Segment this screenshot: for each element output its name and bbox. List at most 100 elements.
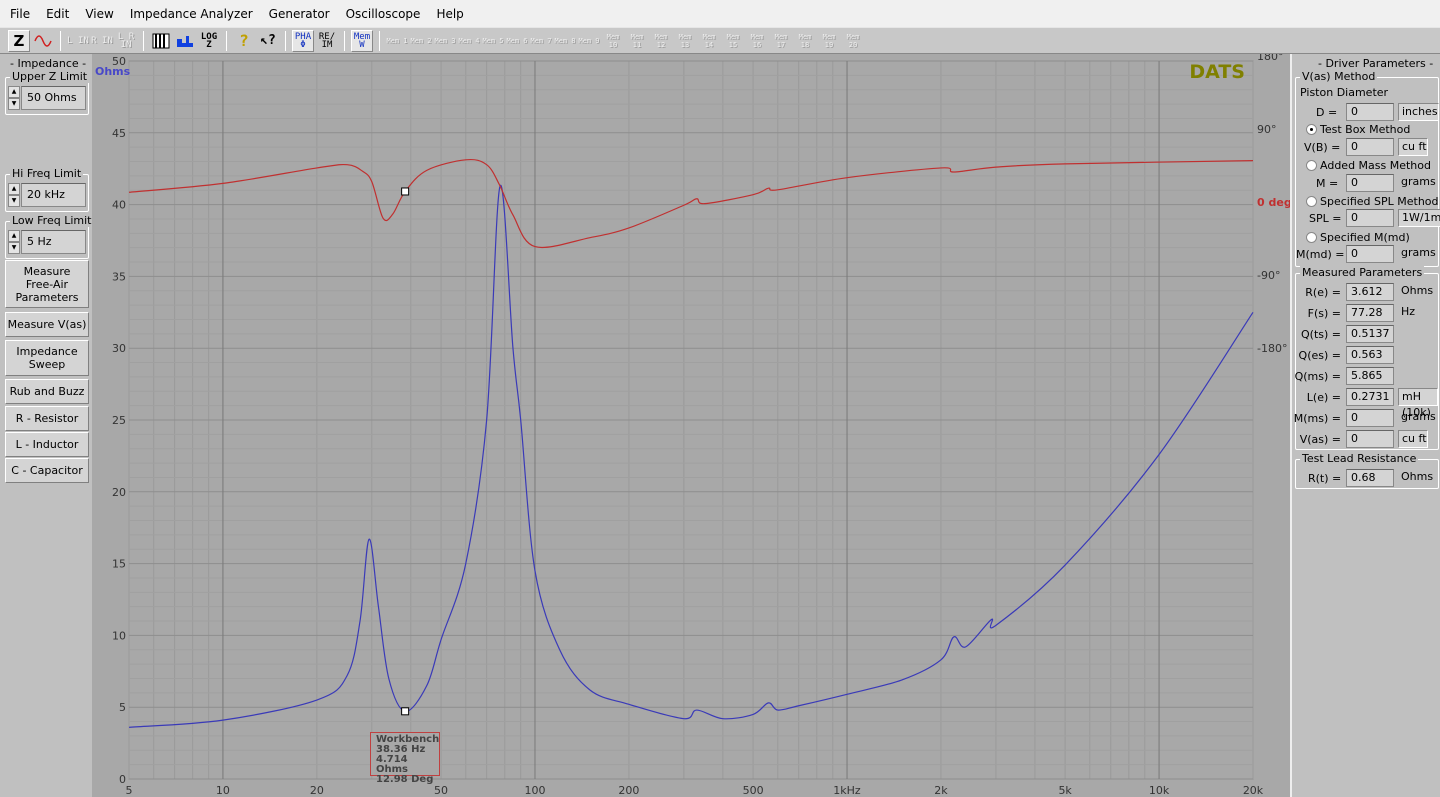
test-box-radio[interactable] — [1306, 124, 1317, 135]
menu-generator[interactable]: Generator — [261, 7, 338, 21]
test-box-label: Test Box Method — [1320, 123, 1411, 136]
sine-wave-icon[interactable] — [32, 30, 54, 52]
memory-17-button[interactable]: Mem 17 — [770, 30, 792, 52]
memory-16-button[interactable]: Mem 16 — [746, 30, 768, 52]
m-input[interactable]: 0 — [1346, 174, 1394, 192]
memory-3-button[interactable]: Mem 3 — [434, 30, 456, 52]
dats-logo: DATS — [1189, 61, 1245, 83]
memory-20-button[interactable]: Mem 20 — [842, 30, 864, 52]
spin-up-icon[interactable]: ▲ — [8, 86, 20, 98]
menu-view[interactable]: View — [77, 7, 121, 21]
measure-vas-button[interactable]: Measure V(as) — [5, 312, 89, 337]
impedance-mode-button[interactable]: Z — [8, 29, 30, 52]
param-unit — [1398, 325, 1401, 343]
memory-19-button[interactable]: Mem 19 — [818, 30, 840, 52]
menu-file[interactable]: File — [2, 7, 38, 21]
spin-down-icon[interactable]: ▼ — [8, 98, 20, 110]
y-tick-label: 30 — [112, 342, 126, 355]
memory-13-button[interactable]: Mem 13 — [674, 30, 696, 52]
hi-freq-spinner[interactable]: ▲ ▼ — [8, 183, 20, 207]
param-unit — [1398, 367, 1401, 385]
mmd-label: M(md) = — [1296, 248, 1345, 261]
panel-title: - Driver Parameters - — [1318, 57, 1434, 70]
toolbar-separator — [143, 30, 144, 51]
x-tick-label: 500 — [743, 784, 764, 797]
impedance-sweep-button[interactable]: Impedance Sweep — [5, 340, 89, 376]
param-value: 0.2731 — [1346, 388, 1394, 406]
impedance-chart[interactable]: 5 10 20 50 100 200 500 1kHz 2k 5k 10k 20k 0 5 10 15 20 25… — [92, 54, 1290, 797]
d-label: D = — [1316, 106, 1338, 119]
phase-button[interactable]: PHA Φ — [292, 29, 314, 52]
memory-18-button[interactable]: Mem 18 — [794, 30, 816, 52]
param-label: L(e) = — [1306, 391, 1341, 404]
spl-unit: 1W/1m — [1398, 209, 1440, 227]
upper-z-spinner[interactable]: ▲ ▼ — [8, 86, 20, 110]
test-lead-group: Test Lead Resistance R(t) = 0.68 Ohms — [1295, 452, 1439, 489]
spl-method-radio[interactable] — [1306, 196, 1317, 207]
menu-oscilloscope[interactable]: Oscilloscope — [338, 7, 429, 21]
x-tick-label: 10 — [216, 784, 230, 797]
low-freq-value[interactable]: 5 Hz — [21, 230, 86, 254]
memory-10-button[interactable]: Mem 10 — [602, 30, 624, 52]
param-label: R(e) = — [1305, 286, 1341, 299]
rub-and-buzz-button[interactable]: Rub and Buzz — [5, 379, 89, 404]
memory-14-button[interactable]: Mem 14 — [698, 30, 720, 52]
menu-edit[interactable]: Edit — [38, 7, 77, 21]
left-right-input-button[interactable]: L R IN — [115, 30, 137, 52]
mmd-input[interactable]: 0 — [1346, 245, 1394, 263]
low-freq-spinner[interactable]: ▲ ▼ — [8, 230, 20, 254]
memory-5-button[interactable]: Mem 5 — [482, 30, 504, 52]
added-mass-radio[interactable] — [1306, 160, 1317, 171]
param-unit: grams — [1401, 410, 1436, 423]
d-input[interactable]: 0 — [1346, 103, 1394, 121]
upper-z-limit-group: Upper Z Limit ▲ ▼ 50 Ohms — [5, 70, 90, 115]
spl-input[interactable]: 0 — [1346, 209, 1394, 227]
memory-4-button[interactable]: Mem 4 — [458, 30, 480, 52]
spin-down-icon[interactable]: ▼ — [8, 242, 20, 254]
vb-unit: cu ft — [1398, 138, 1428, 156]
log-z-button[interactable]: LOG Z — [198, 30, 220, 52]
memory-15-button[interactable]: Mem 15 — [722, 30, 744, 52]
upper-z-limit-label: Upper Z Limit — [10, 70, 90, 83]
menu-impedance-analyzer[interactable]: Impedance Analyzer — [122, 7, 261, 21]
y2-tick-label: -90° — [1257, 269, 1280, 282]
upper-z-value[interactable]: 50 Ohms — [21, 86, 86, 110]
spin-up-icon[interactable]: ▲ — [8, 183, 20, 195]
left-input-button[interactable]: L IN — [67, 30, 89, 52]
memory-8-button[interactable]: Mem 8 — [554, 30, 576, 52]
toolbar: Z L IN R IN L R IN LOG Z? ↖? PHA Φ RE/ IM Mem W M… — [0, 27, 1440, 54]
menu-help[interactable]: Help — [428, 7, 471, 21]
spin-down-icon[interactable]: ▼ — [8, 195, 20, 207]
bar-graph-icon[interactable] — [174, 30, 196, 52]
hi-freq-value[interactable]: 20 kHz — [21, 183, 86, 207]
x-tick-label: 200 — [618, 784, 639, 797]
rt-input[interactable]: 0.68 — [1346, 469, 1394, 487]
x-tick-label: 5k — [1058, 784, 1072, 797]
memory-9-button[interactable]: Mem 9 — [578, 30, 600, 52]
measure-free-air-button[interactable]: Measure Free-Air Parameters — [5, 260, 89, 308]
cursor-readout: Workbench 38.36 Hz 4.714 Ohms 12.98 Deg — [370, 732, 440, 785]
memory-2-button[interactable]: Mem 2 — [410, 30, 432, 52]
mmd-method-radio[interactable] — [1306, 232, 1317, 243]
piano-keys-icon[interactable] — [150, 30, 172, 52]
memory-7-button[interactable]: Mem 7 — [530, 30, 552, 52]
vb-input[interactable]: 0 — [1346, 138, 1394, 156]
right-input-button[interactable]: R IN — [91, 30, 113, 52]
driver-parameters-panel: - Driver Parameters - V(as) Method Pisto… — [1290, 54, 1440, 797]
y-tick-label: 5 — [119, 701, 126, 714]
inductor-button[interactable]: L - Inductor — [5, 432, 89, 457]
spin-up-icon[interactable]: ▲ — [8, 230, 20, 242]
capacitor-button[interactable]: C - Capacitor — [5, 458, 89, 483]
whats-this-icon[interactable]: ↖? — [257, 30, 279, 52]
memory-11-button[interactable]: Mem 11 — [626, 30, 648, 52]
real-imag-button[interactable]: RE/ IM — [316, 30, 338, 52]
param-label: Q(ts) = — [1301, 328, 1341, 341]
memory-6-button[interactable]: Mem 6 — [506, 30, 528, 52]
memory-1-button[interactable]: Mem 1 — [386, 30, 408, 52]
resistor-button[interactable]: R - Resistor — [5, 406, 89, 431]
hi-freq-limit-label: Hi Freq Limit — [10, 167, 84, 180]
help-icon[interactable]: ? — [233, 30, 255, 52]
memory-write-button[interactable]: Mem W — [351, 29, 373, 52]
memory-12-button[interactable]: Mem 12 — [650, 30, 672, 52]
y-tick-label: 40 — [112, 199, 126, 212]
